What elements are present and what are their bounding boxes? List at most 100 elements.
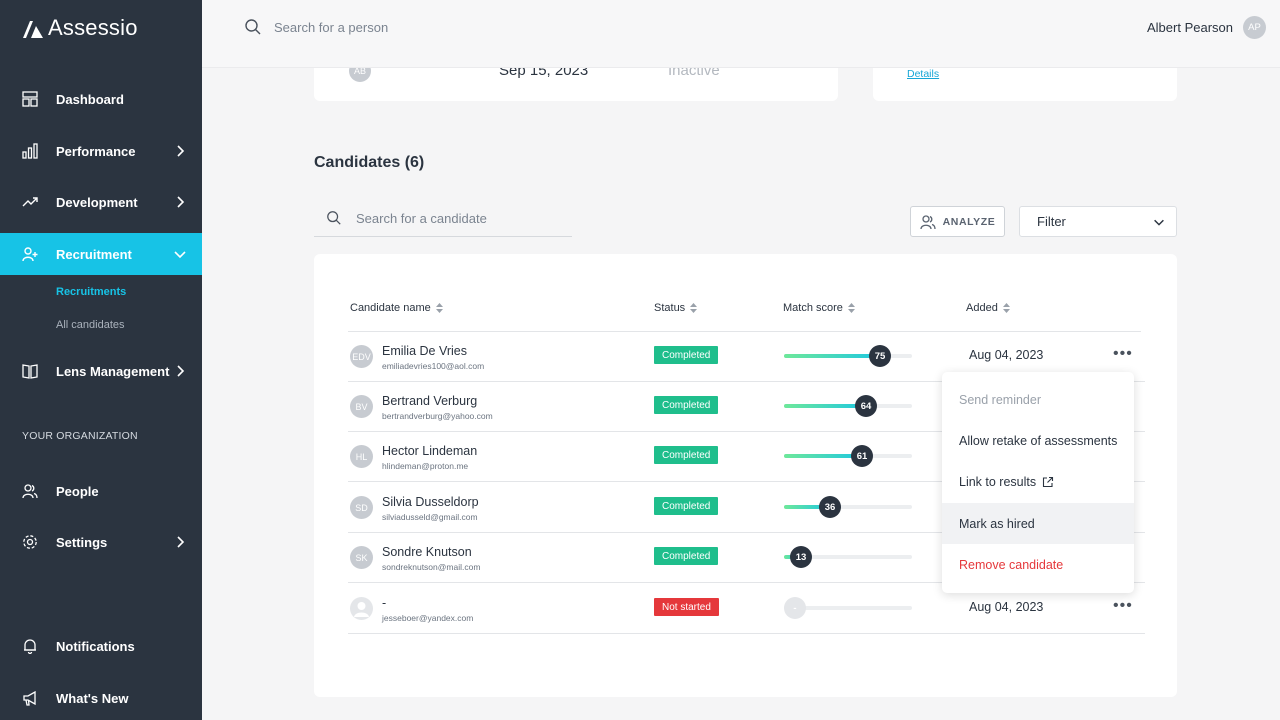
nav-settings[interactable]: Settings	[0, 521, 202, 563]
status-badge: Not started	[654, 598, 719, 616]
nav-lens-management[interactable]: Lens Management	[0, 350, 202, 392]
match-score-value: 64	[855, 395, 877, 417]
status-badge: Completed	[654, 547, 719, 565]
person-search[interactable]	[244, 18, 534, 36]
megaphone-icon	[22, 690, 38, 706]
nav-lens-label: Lens Management	[56, 363, 170, 379]
subnav-all-candidates[interactable]: All candidates	[56, 319, 125, 331]
nav-performance-label: Performance	[56, 143, 136, 159]
candidate-email: silviadusseld@gmail.com	[382, 512, 478, 522]
match-score-bar: 13	[784, 546, 912, 568]
match-score-bar: 64	[784, 395, 912, 417]
people-icon	[919, 214, 936, 229]
search-icon	[327, 211, 341, 225]
column-status-label: Status	[654, 302, 686, 314]
match-score-bar: -	[784, 597, 912, 619]
match-score-value: 36	[819, 496, 841, 518]
person-search-input[interactable]	[274, 19, 534, 35]
menu-mark-hired[interactable]: Mark as hired	[942, 503, 1134, 544]
filter-select[interactable]: Filter	[1019, 206, 1177, 237]
avatar: AB	[349, 68, 371, 82]
analyze-button[interactable]: ANALYZE	[910, 206, 1005, 237]
match-score-fill	[784, 354, 880, 358]
candidate-name[interactable]: Sondre Knutson	[382, 545, 472, 559]
status-badge: Completed	[654, 446, 719, 464]
nav-dashboard-label: Dashboard	[56, 91, 124, 107]
candidate-email: bertrandverburg@yahoo.com	[382, 411, 493, 421]
match-score-bar: 75	[784, 345, 912, 367]
sort-icon	[690, 303, 698, 313]
candidate-email: sondreknutson@mail.com	[382, 562, 481, 572]
candidates-title: Candidates (6)	[314, 154, 425, 171]
more-options-icon[interactable]: •••	[1113, 598, 1133, 614]
logo-mark-icon	[23, 21, 43, 38]
column-header-match[interactable]: Match score	[783, 302, 855, 314]
column-added-label: Added	[966, 302, 998, 314]
chevron-down-icon	[1154, 219, 1164, 226]
menu-send-reminder[interactable]: Send reminder	[942, 379, 1134, 420]
sort-icon	[1002, 303, 1010, 313]
menu-link-results-label: Link to results	[959, 474, 1037, 489]
subnav-recruitments[interactable]: Recruitments	[56, 286, 126, 298]
candidate-email: jesseboer@yandex.com	[382, 613, 474, 623]
match-score-bar: 36	[784, 496, 912, 518]
nav-development[interactable]: Development	[0, 181, 202, 223]
match-score-bar: 61	[784, 445, 912, 467]
avatar: HL	[350, 445, 373, 468]
chevron-right-icon	[177, 196, 185, 208]
nav-development-label: Development	[56, 194, 138, 210]
summary-status: Inactive	[668, 68, 720, 79]
column-header-added[interactable]: Added	[966, 302, 1010, 314]
menu-allow-retake[interactable]: Allow retake of assessments	[942, 420, 1134, 461]
row-actions-menu: Send reminder Allow retake of assessment…	[942, 372, 1134, 593]
chevron-right-icon	[177, 536, 185, 548]
people-icon	[22, 483, 38, 499]
avatar: EDV	[350, 345, 373, 368]
more-options-icon[interactable]: •••	[1113, 346, 1133, 362]
search-icon	[245, 19, 261, 35]
logo[interactable]: Assessio	[22, 15, 138, 41]
candidate-search[interactable]	[314, 200, 572, 237]
added-date: Aug 04, 2023	[969, 348, 1044, 362]
candidate-name[interactable]: Hector Lindeman	[382, 444, 477, 458]
menu-link-results[interactable]: Link to results	[942, 461, 1134, 502]
analyze-label: ANALYZE	[942, 215, 996, 228]
candidate-name[interactable]: Bertrand Verburg	[382, 394, 477, 408]
chevron-down-icon	[174, 251, 186, 259]
book-icon	[22, 363, 38, 379]
menu-remove-candidate[interactable]: Remove candidate	[942, 544, 1134, 585]
user-add-icon	[22, 246, 38, 262]
nav-whats-new[interactable]: What's New	[0, 677, 202, 719]
column-header-name[interactable]: Candidate name	[350, 302, 443, 314]
sort-icon	[435, 303, 443, 313]
nav-dashboard[interactable]: Dashboard	[0, 78, 202, 120]
user-name: Albert Pearson	[1147, 20, 1233, 35]
nav-notifications[interactable]: Notifications	[0, 625, 202, 667]
avatar: SD	[350, 496, 373, 519]
candidate-name[interactable]: Silvia Dusseldorp	[382, 495, 479, 509]
candidate-search-input[interactable]	[356, 210, 556, 226]
match-score-value: 13	[790, 546, 812, 568]
status-badge: Completed	[654, 497, 719, 515]
status-badge: Completed	[654, 396, 719, 414]
match-score-fill	[784, 404, 866, 408]
sort-icon	[847, 303, 855, 313]
candidate-name[interactable]: Emilia De Vries	[382, 344, 467, 358]
default-avatar-icon	[350, 597, 373, 620]
column-header-status[interactable]: Status	[654, 302, 698, 314]
nav-recruitment[interactable]: Recruitment	[0, 233, 202, 275]
nav-performance[interactable]: Performance	[0, 130, 202, 172]
top-bar: Albert Pearson AP	[202, 0, 1280, 68]
summary-date: Sep 15, 2023	[499, 68, 589, 79]
user-menu[interactable]: Albert Pearson AP	[1147, 16, 1266, 39]
nav-people-label: People	[56, 483, 99, 499]
bell-icon	[22, 638, 38, 654]
filter-label: Filter	[1037, 214, 1066, 229]
candidate-name[interactable]: -	[382, 596, 386, 610]
details-link[interactable]: Details	[907, 68, 939, 80]
section-label-organization: YOUR ORGANIZATION	[22, 430, 138, 442]
candidate-email: emiliadevries100@aol.com	[382, 361, 485, 371]
nav-people[interactable]: People	[0, 470, 202, 512]
avatar: BV	[350, 395, 373, 418]
user-avatar: AP	[1243, 16, 1266, 39]
